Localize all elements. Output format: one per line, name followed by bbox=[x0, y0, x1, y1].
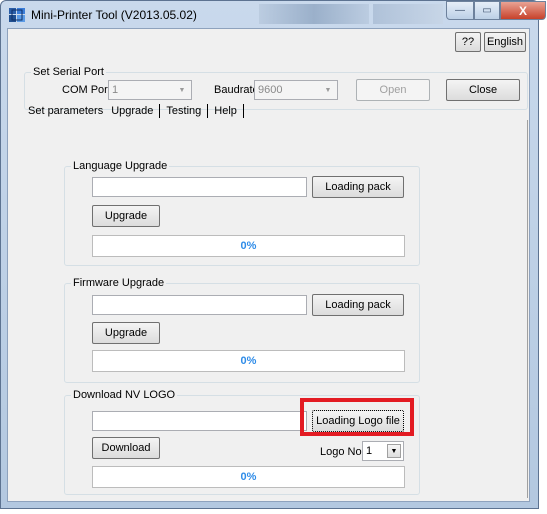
chevron-down-icon: ▼ bbox=[324, 86, 332, 94]
logo-progress-bar: 0% bbox=[92, 466, 405, 488]
language-button-label: English bbox=[486, 36, 524, 48]
minimize-button[interactable]: — bbox=[446, 1, 474, 20]
chevron-down-icon: ▼ bbox=[178, 86, 186, 94]
title-bar-blur-2 bbox=[373, 4, 443, 24]
serial-port-group-label: Set Serial Port bbox=[31, 66, 106, 78]
tab-testing[interactable]: Testing bbox=[162, 105, 205, 117]
language-loading-pack-label: Loading pack bbox=[325, 181, 391, 193]
open-port-button[interactable]: Open bbox=[356, 79, 430, 101]
tab-help[interactable]: Help bbox=[210, 105, 241, 117]
firmware-progress-bar: 0% bbox=[92, 350, 405, 372]
maximize-button[interactable]: ▭ bbox=[474, 1, 500, 20]
firmware-pack-path-field[interactable] bbox=[92, 295, 307, 315]
close-port-button[interactable]: Close bbox=[446, 79, 520, 101]
firmware-upgrade-label: Upgrade bbox=[104, 327, 148, 339]
printer-app-icon bbox=[9, 8, 25, 22]
baudrate-select[interactable]: 9600 ▼ bbox=[254, 80, 338, 100]
download-logo-label: Download bbox=[101, 442, 151, 454]
language-upgrade-group-label: Language Upgrade bbox=[71, 160, 170, 172]
close-window-button[interactable]: X bbox=[500, 1, 546, 20]
baudrate-label: Baudrate bbox=[214, 84, 259, 96]
firmware-upgrade-group-label: Firmware Upgrade bbox=[71, 277, 167, 289]
firmware-loading-pack-button[interactable]: Loading pack bbox=[312, 294, 404, 316]
close-icon: X bbox=[518, 3, 527, 18]
logo-no-select[interactable]: 1 ▼ bbox=[362, 441, 404, 461]
tab-divider bbox=[207, 104, 209, 118]
com-port-value: 1 bbox=[112, 84, 119, 96]
window-title: Mini-Printer Tool (V2013.05.02) bbox=[31, 8, 197, 22]
help-button[interactable]: ?? bbox=[455, 32, 481, 52]
language-pack-path-field[interactable] bbox=[92, 177, 307, 197]
title-bar[interactable]: Mini-Printer Tool (V2013.05.02) — ▭ X bbox=[1, 1, 546, 29]
caption-buttons: — ▭ X bbox=[446, 1, 546, 20]
com-port-select[interactable]: 1 ▼ bbox=[108, 80, 192, 100]
title-bar-blur bbox=[259, 4, 369, 24]
help-button-label: ?? bbox=[461, 36, 475, 48]
firmware-progress-text: 0% bbox=[240, 355, 257, 367]
language-loading-pack-button[interactable]: Loading pack bbox=[312, 176, 404, 198]
minimize-icon: — bbox=[455, 5, 465, 16]
tab-upgrade[interactable]: Upgrade bbox=[107, 105, 157, 117]
nv-logo-group-label: Download NV LOGO bbox=[71, 389, 178, 401]
language-progress-bar: 0% bbox=[92, 235, 405, 257]
download-logo-button[interactable]: Download bbox=[92, 437, 160, 459]
close-port-label: Close bbox=[468, 84, 498, 96]
chevron-down-icon: ▼ bbox=[387, 444, 401, 458]
tab-set-parameters[interactable]: Set parameters bbox=[24, 105, 107, 117]
highlight-box bbox=[300, 398, 414, 436]
tab-divider bbox=[159, 104, 161, 118]
firmware-loading-pack-label: Loading pack bbox=[325, 299, 391, 311]
com-port-label: COM Port bbox=[62, 84, 111, 96]
language-upgrade-button[interactable]: Upgrade bbox=[92, 205, 160, 227]
language-upgrade-label: Upgrade bbox=[104, 210, 148, 222]
maximize-icon: ▭ bbox=[482, 5, 492, 16]
logo-file-path-field[interactable] bbox=[92, 411, 307, 431]
baudrate-value: 9600 bbox=[258, 84, 283, 96]
tab-strip: Set parameters Upgrade Testing Help bbox=[24, 102, 246, 120]
language-button[interactable]: English bbox=[484, 32, 526, 52]
logo-no-value: 1 bbox=[366, 445, 373, 457]
logo-no-label: Logo No: bbox=[320, 446, 365, 458]
tab-divider bbox=[242, 104, 244, 118]
firmware-upgrade-button[interactable]: Upgrade bbox=[92, 322, 160, 344]
language-progress-text: 0% bbox=[240, 240, 257, 252]
logo-progress-text: 0% bbox=[240, 471, 257, 483]
open-port-label: Open bbox=[379, 84, 407, 96]
